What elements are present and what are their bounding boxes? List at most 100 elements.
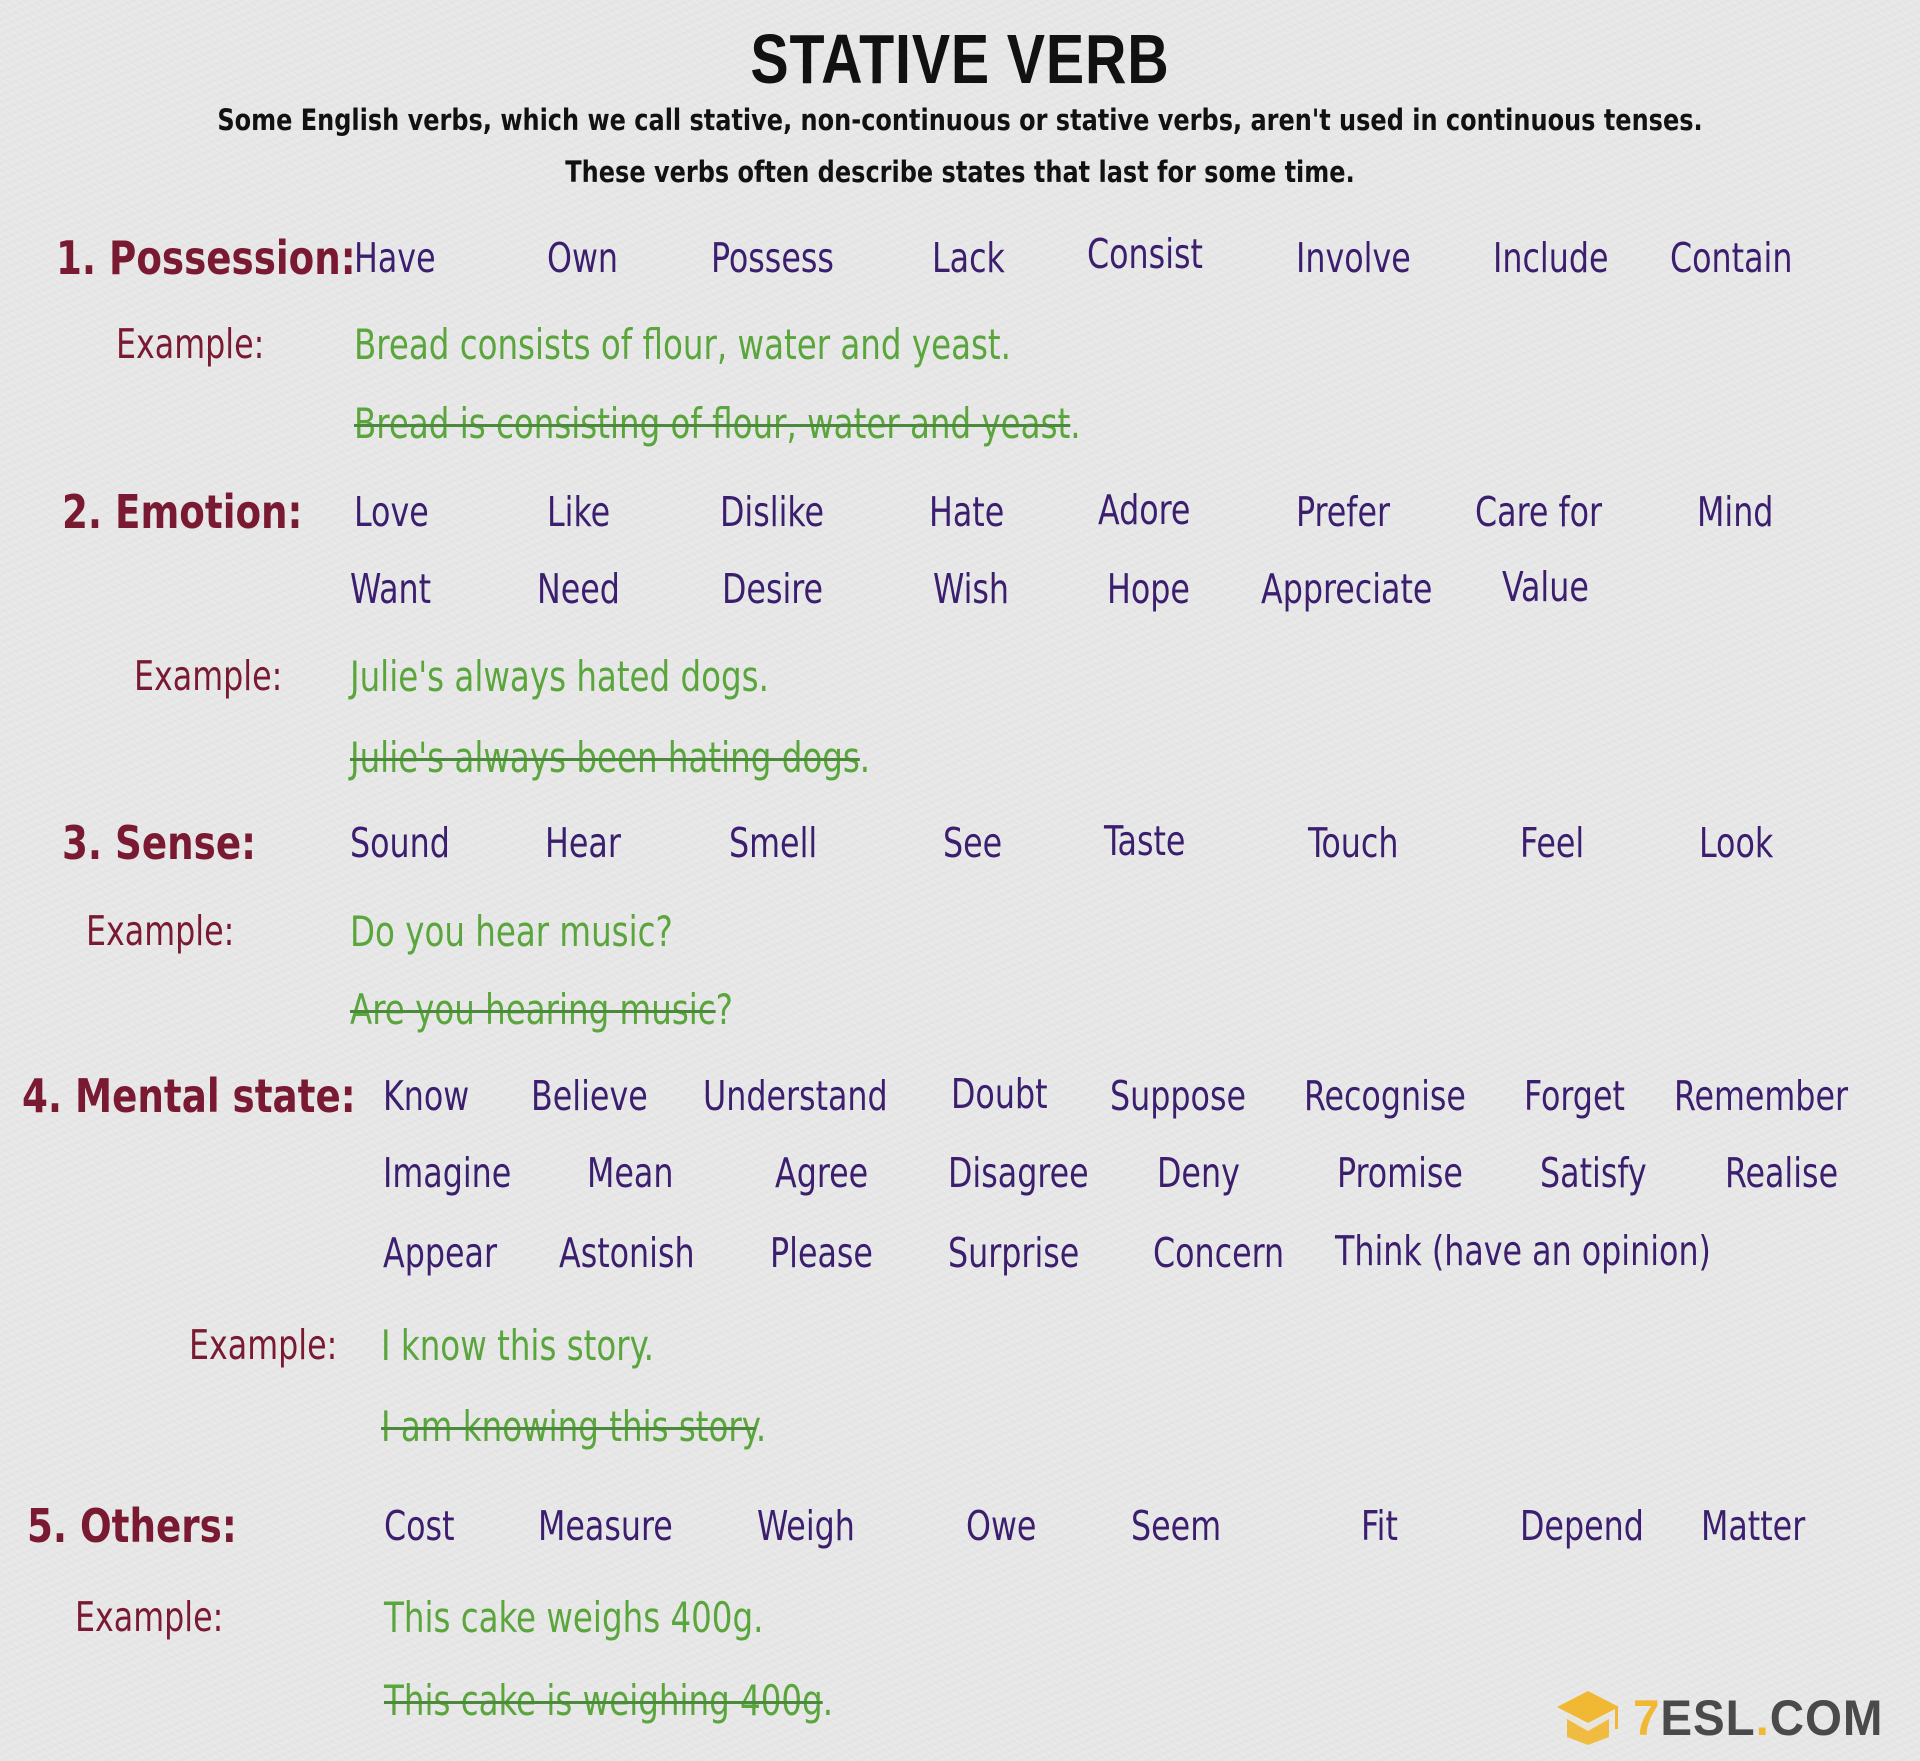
graduation-cap-icon	[1553, 1689, 1623, 1748]
verb: Believe	[531, 1072, 648, 1120]
verb: Disagree	[948, 1149, 1089, 1197]
section-heading: 2. Emotion:	[62, 485, 303, 539]
verb: Wish	[933, 565, 1010, 613]
logo-brand: ESL	[1660, 1690, 1756, 1746]
verb: Doubt	[951, 1070, 1048, 1118]
end-punctuation: ?	[715, 985, 733, 1034]
verb: Care for	[1475, 488, 1603, 536]
logo-dot: .	[1755, 1690, 1770, 1746]
verb: Value	[1502, 563, 1589, 611]
verb: Deny	[1157, 1149, 1240, 1197]
verb: Seem	[1131, 1502, 1222, 1550]
verb: Imagine	[383, 1149, 512, 1197]
logo-seven: 7	[1633, 1690, 1661, 1746]
verb: Hope	[1107, 565, 1190, 613]
struck-text: Bread is consisting of flour, water and …	[354, 399, 1071, 448]
verb: Dislike	[720, 488, 825, 536]
end-punctuation: .	[1070, 399, 1081, 448]
incorrect-example: This cake is weighing 400g.	[384, 1680, 833, 1722]
verb: Own	[547, 234, 619, 282]
end-punctuation: .	[822, 1676, 834, 1725]
verb: Hear	[545, 819, 621, 867]
subtitle-line-1: Some English verbs, which we call stativ…	[217, 103, 1703, 137]
subtitle-line-2: These verbs often describe states that l…	[565, 155, 1355, 189]
verb: See	[943, 819, 1003, 867]
verb: Involve	[1296, 234, 1411, 282]
struck-text: I am knowing this story	[381, 1402, 756, 1451]
correct-example: Do you hear music?	[350, 907, 673, 956]
example-label: Example:	[86, 907, 235, 955]
incorrect-example: Bread is consisting of flour, water and …	[354, 403, 1081, 445]
verb: Lack	[932, 234, 1005, 282]
verb: Hate	[929, 488, 1005, 536]
verb: Astonish	[559, 1229, 695, 1277]
verb: Taste	[1104, 817, 1186, 865]
verb: Fit	[1361, 1502, 1398, 1550]
verb: Smell	[729, 819, 818, 867]
verb: Touch	[1308, 819, 1399, 867]
verb: Surprise	[948, 1229, 1080, 1277]
verb: Forget	[1524, 1072, 1625, 1120]
verb: Weigh	[757, 1502, 855, 1550]
correct-example: I know this story.	[381, 1321, 654, 1370]
verb: Matter	[1701, 1502, 1806, 1550]
verb: Mind	[1697, 488, 1774, 536]
struck-text: This cake is weighing 400g	[384, 1676, 823, 1725]
verb: Mean	[587, 1149, 674, 1197]
verb: Satisfy	[1540, 1149, 1647, 1197]
section-heading: 4. Mental state:	[22, 1069, 356, 1123]
verb: Depend	[1520, 1502, 1644, 1550]
verb: Agree	[775, 1149, 869, 1197]
correct-example: Bread consists of flour, water and yeast…	[354, 320, 1011, 369]
verb: Love	[354, 488, 429, 536]
incorrect-example: I am knowing this story.	[381, 1406, 766, 1448]
verb: Concern	[1153, 1229, 1285, 1277]
logo-suffix: COM	[1769, 1690, 1884, 1746]
verb: Adore	[1098, 486, 1191, 534]
verb: Look	[1699, 819, 1774, 867]
struck-text: Are you hearing music	[350, 985, 716, 1034]
verb: Realise	[1725, 1149, 1839, 1197]
section-heading: 3. Sense:	[62, 816, 256, 870]
end-punctuation: .	[755, 1402, 767, 1451]
verb: Consist	[1087, 230, 1203, 278]
verb: Suppose	[1110, 1072, 1247, 1120]
verb: Prefer	[1296, 488, 1391, 536]
verb: Appreciate	[1261, 565, 1433, 613]
correct-example: Julie's always hated dogs.	[350, 652, 769, 701]
verb: Contain	[1670, 234, 1793, 282]
example-label: Example:	[189, 1321, 338, 1369]
verb: Include	[1493, 234, 1609, 282]
verb: Desire	[722, 565, 824, 613]
incorrect-example: Are you hearing music?	[350, 989, 733, 1031]
verb: Measure	[538, 1502, 673, 1550]
verb: Need	[537, 565, 620, 613]
verb: Remember	[1674, 1072, 1849, 1120]
verb: Possess	[711, 234, 834, 282]
example-label: Example:	[75, 1593, 224, 1641]
verb: Promise	[1337, 1149, 1463, 1197]
struck-text: Julie's always been hating dogs	[350, 733, 860, 782]
brand-logo[interactable]: 7ESL.COM	[1553, 1690, 1897, 1746]
verb: Appear	[383, 1229, 497, 1277]
example-label: Example:	[116, 320, 265, 368]
correct-example: This cake weighs 400g.	[384, 1593, 764, 1642]
end-punctuation: .	[859, 733, 871, 782]
verb: Cost	[384, 1502, 455, 1550]
verb: Like	[547, 488, 611, 536]
verb: Want	[350, 565, 432, 613]
verb: Know	[383, 1072, 470, 1120]
section-heading: 5. Others:	[27, 1499, 237, 1553]
verb: Have	[354, 234, 436, 282]
verb: Understand	[703, 1072, 888, 1120]
verb: Sound	[350, 819, 450, 867]
verb: Recognise	[1304, 1072, 1466, 1120]
section-heading: 1. Possession:	[56, 231, 356, 285]
logo-wordmark: 7ESL.COM	[1633, 1693, 1883, 1743]
verb: Feel	[1520, 819, 1585, 867]
example-label: Example:	[134, 652, 283, 700]
verb: Owe	[966, 1502, 1037, 1550]
verb: Please	[770, 1229, 873, 1277]
verb: Think (have an opinion)	[1335, 1227, 1711, 1275]
page-title: STATIVE VERB	[750, 20, 1170, 98]
